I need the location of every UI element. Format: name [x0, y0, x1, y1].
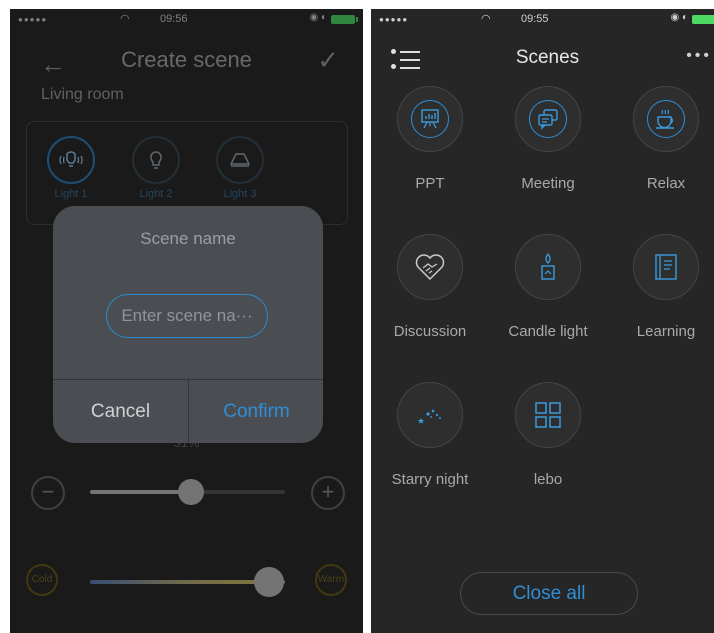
- scene-icon-ring: [397, 382, 463, 448]
- scene-label: Relax: [646, 175, 686, 192]
- scene-label: Candle light: [508, 323, 588, 340]
- grid-icon: [529, 396, 567, 434]
- signal-dots-icon: ●●●●●: [379, 15, 409, 24]
- cancel-button[interactable]: Cancel: [53, 380, 188, 443]
- more-options-icon[interactable]: •••: [686, 47, 712, 65]
- tea-cup-icon: [647, 100, 685, 138]
- presentation-icon: [411, 100, 449, 138]
- book-icon: [647, 248, 685, 286]
- stars-icon: [411, 396, 449, 434]
- scene-label: Meeting: [521, 175, 575, 192]
- scene-icon-ring: [633, 234, 699, 300]
- scene-starry-night[interactable]: Starry night: [375, 382, 485, 488]
- scene-lebo[interactable]: lebo: [493, 382, 603, 488]
- scene-name-dialog: Scene name Cancel Confirm: [53, 206, 323, 443]
- scene-meeting[interactable]: Meeting: [493, 86, 603, 192]
- candle-icon: [529, 248, 567, 286]
- chat-bubbles-icon: [529, 100, 567, 138]
- status-bar: ●●●●● ◠ 09:55 ◉ ◐: [371, 9, 714, 29]
- scene-icon-ring: [515, 86, 581, 152]
- scene-icon-ring: [633, 86, 699, 152]
- create-scene-screen: ●●●●● ◠ 09:56 ◉ ◐ ← Create scene ✓ Livin…: [10, 9, 363, 633]
- handshake-heart-icon: [411, 248, 449, 286]
- scene-label: Discussion: [393, 323, 467, 340]
- scene-icon-ring: [515, 234, 581, 300]
- scene-label: PPT: [415, 175, 445, 192]
- scenes-screen: ●●●●● ◠ 09:55 ◉ ◐ Scenes ••• PPT Meeting: [371, 9, 714, 633]
- scene-label: Starry night: [391, 471, 469, 488]
- scene-icon-ring: [515, 382, 581, 448]
- scene-label: lebo: [533, 471, 563, 488]
- scene-relax[interactable]: Relax: [611, 86, 714, 192]
- alarm-icon: ◉ ◐: [670, 12, 688, 23]
- dialog-title: Scene name: [140, 229, 236, 248]
- wifi-icon: ◠: [481, 13, 491, 25]
- confirm-button[interactable]: Confirm: [189, 380, 323, 443]
- scene-learning[interactable]: Learning: [611, 234, 714, 340]
- page-title: Scenes: [515, 47, 580, 68]
- scene-ppt[interactable]: PPT: [375, 86, 485, 192]
- scene-name-input[interactable]: [106, 294, 268, 338]
- close-all-button[interactable]: Close all: [460, 572, 638, 615]
- scene-label: Learning: [636, 323, 696, 340]
- status-time: 09:55: [521, 13, 549, 25]
- scene-icon-ring: [397, 234, 463, 300]
- scene-icon-ring: [397, 86, 463, 152]
- scene-discussion[interactable]: Discussion: [375, 234, 485, 340]
- battery-icon: [692, 15, 714, 24]
- scene-candle-light[interactable]: Candle light: [493, 234, 603, 340]
